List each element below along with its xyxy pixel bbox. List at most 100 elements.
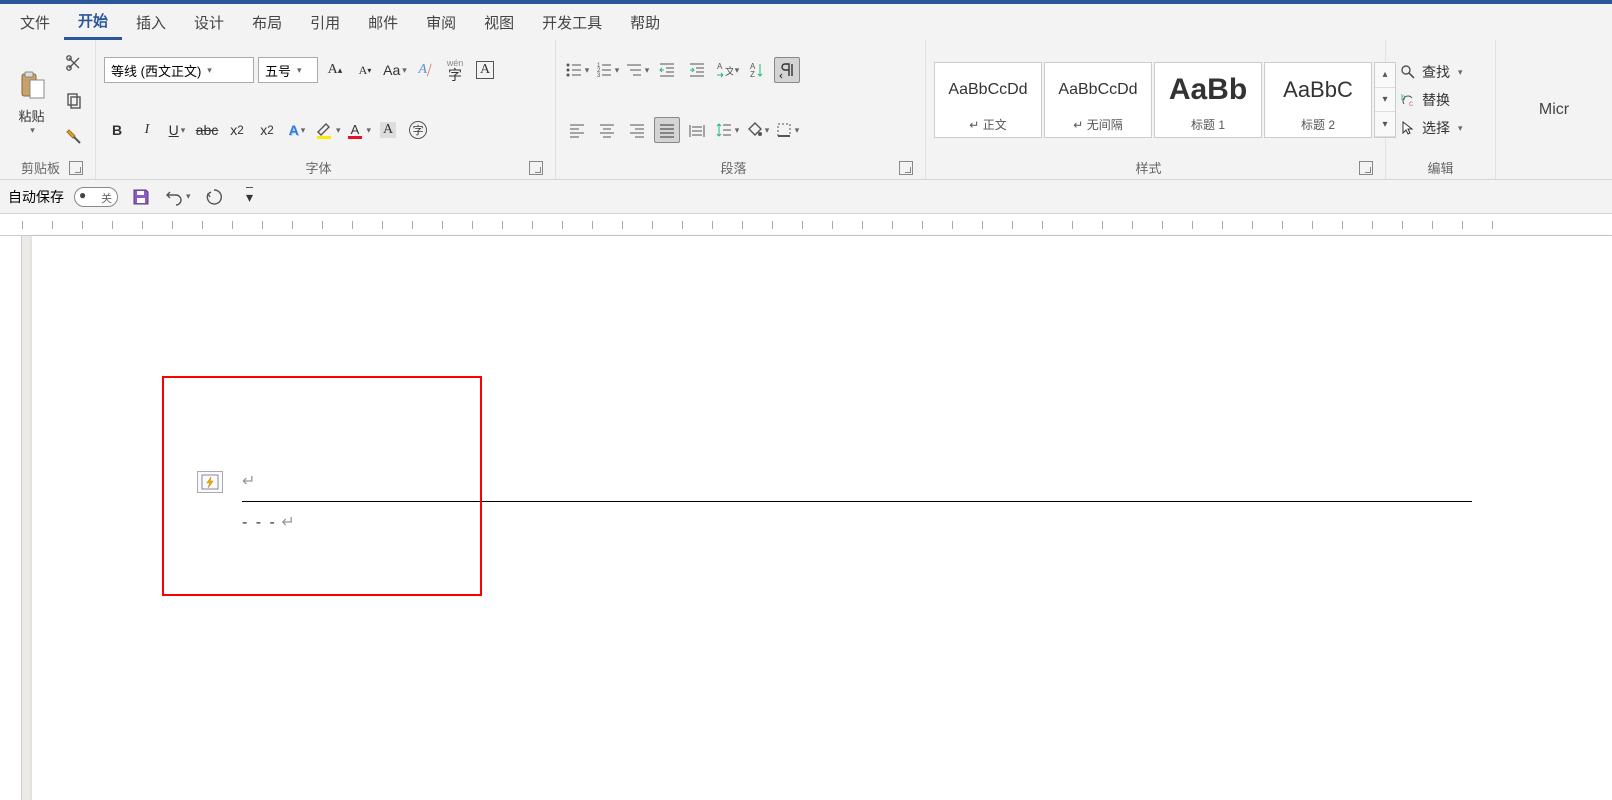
tab-design[interactable]: 设计: [180, 6, 238, 39]
tab-view[interactable]: 视图: [470, 6, 528, 39]
style-heading1[interactable]: AaBb 标题 1: [1154, 62, 1262, 138]
tab-review[interactable]: 审阅: [412, 6, 470, 39]
sort-button[interactable]: AZ: [744, 57, 770, 83]
tab-file[interactable]: 文件: [6, 6, 64, 39]
tab-insert[interactable]: 插入: [122, 6, 180, 39]
ruler-tick: [562, 221, 592, 229]
redo-button[interactable]: [201, 184, 227, 210]
paste-label: 粘贴: [18, 106, 44, 125]
ruler-tick: [1042, 221, 1072, 229]
ruler-tick: [442, 221, 472, 229]
ruler-tick: [1402, 221, 1432, 229]
styles-launcher[interactable]: [1359, 161, 1373, 175]
subscript-button[interactable]: x2: [224, 117, 250, 143]
tab-references[interactable]: 引用: [296, 6, 354, 39]
copy-button[interactable]: [61, 87, 87, 113]
replace-button[interactable]: bc 替换: [1394, 88, 1487, 112]
ruler-tick: [1192, 221, 1222, 229]
text-effects-button[interactable]: A▾: [284, 117, 310, 143]
char-shading-button[interactable]: A: [375, 117, 401, 143]
clipboard-launcher[interactable]: [69, 161, 83, 175]
style-heading2[interactable]: AaBbC 标题 2: [1264, 62, 1372, 138]
line-spacing-icon: [715, 121, 733, 139]
tab-mailings[interactable]: 邮件: [354, 6, 412, 39]
indent-icon: [688, 61, 706, 79]
undo-button[interactable]: ▾: [164, 184, 191, 210]
numbering-button[interactable]: 123▾: [594, 57, 620, 83]
phonetic-guide-button[interactable]: wén字: [442, 57, 468, 83]
ruler-tick: [502, 221, 532, 229]
find-button[interactable]: 查找▾: [1394, 60, 1487, 84]
ruler-tick: [1132, 221, 1162, 229]
grow-font-button[interactable]: A▴: [322, 57, 348, 83]
multilevel-list-button[interactable]: ▾: [624, 57, 650, 83]
bold-button[interactable]: B: [104, 117, 130, 143]
decrease-indent-button[interactable]: [654, 57, 680, 83]
paste-button[interactable]: 粘贴 ▾: [8, 44, 55, 156]
ruler-tick: [832, 221, 862, 229]
show-marks-button[interactable]: [774, 57, 800, 83]
font-size-dropdown[interactable]: 五号▾: [258, 57, 318, 83]
strikethrough-button[interactable]: abc: [194, 117, 220, 143]
bullets-icon: [565, 61, 583, 79]
line-spacing-button[interactable]: ▾: [714, 117, 740, 143]
ruler-tick: [412, 221, 442, 229]
ruler-tick: [802, 221, 832, 229]
ruler-tick: [112, 221, 142, 229]
autosave-toggle[interactable]: 关: [74, 187, 118, 207]
overflow-text: Micr: [1496, 40, 1612, 179]
align-right-button[interactable]: [624, 117, 650, 143]
style-normal[interactable]: AaBbCcDd ↵ 正文: [934, 62, 1042, 138]
align-center-button[interactable]: [594, 117, 620, 143]
char-border-button[interactable]: A: [472, 57, 498, 83]
highlight-button[interactable]: ▾: [314, 117, 341, 143]
style-nospacing[interactable]: AaBbCcDd ↵ 无间隔: [1044, 62, 1152, 138]
vertical-ruler[interactable]: [0, 236, 22, 800]
ruler-tick: [472, 221, 502, 229]
borders-button[interactable]: ▾: [774, 117, 800, 143]
ruler-tick: [952, 221, 982, 229]
shading-button[interactable]: ▾: [744, 117, 770, 143]
italic-button[interactable]: I: [134, 117, 160, 143]
copy-icon: [65, 91, 83, 109]
bullets-button[interactable]: ▾: [564, 57, 590, 83]
ruler-tick: [232, 221, 262, 229]
distribute-button[interactable]: [684, 117, 710, 143]
group-label-font: 字体: [108, 158, 529, 177]
asian-layout-button[interactable]: A文▾: [714, 57, 740, 83]
increase-indent-button[interactable]: [684, 57, 710, 83]
align-left-button[interactable]: [564, 117, 590, 143]
paragraph-launcher[interactable]: [899, 161, 913, 175]
format-painter-button[interactable]: [61, 124, 87, 150]
font-launcher[interactable]: [529, 161, 543, 175]
chevron-down-icon: ▾: [30, 125, 35, 136]
clear-format-button[interactable]: A⧸: [412, 57, 438, 83]
save-button[interactable]: [128, 184, 154, 210]
ruler-tick: [262, 221, 292, 229]
shrink-font-button[interactable]: A▾: [352, 57, 378, 83]
autocorrect-options-button[interactable]: [197, 471, 223, 493]
ruler-tick: [862, 221, 892, 229]
qat-customize-button[interactable]: ▾: [237, 184, 263, 210]
superscript-button[interactable]: x2: [254, 117, 280, 143]
align-justify-button[interactable]: [654, 117, 680, 143]
tab-home[interactable]: 开始: [64, 4, 122, 40]
select-button[interactable]: 选择▾: [1394, 116, 1487, 140]
underline-button[interactable]: U▾: [164, 117, 190, 143]
align-justify-icon: [658, 121, 676, 139]
font-color-button[interactable]: A▾: [345, 117, 372, 143]
svg-text:3: 3: [597, 73, 601, 79]
tab-help[interactable]: 帮助: [616, 6, 674, 39]
enclose-char-button[interactable]: 字: [405, 117, 431, 143]
change-case-button[interactable]: Aa▾: [382, 57, 408, 83]
tab-developer[interactable]: 开发工具: [528, 6, 616, 39]
cut-button[interactable]: [61, 50, 87, 76]
font-family-dropdown[interactable]: 等线 (西文正文)▾: [104, 57, 254, 83]
ruler-tick: [772, 221, 802, 229]
svg-text:c: c: [1409, 99, 1413, 108]
horizontal-ruler[interactable]: // generated below via binding loop: [0, 214, 1612, 236]
document-page[interactable]: ↵ - - - ↵: [32, 236, 1612, 800]
ruler-tick: [292, 221, 322, 229]
ruler-tick: [652, 221, 682, 229]
tab-layout[interactable]: 布局: [238, 6, 296, 39]
